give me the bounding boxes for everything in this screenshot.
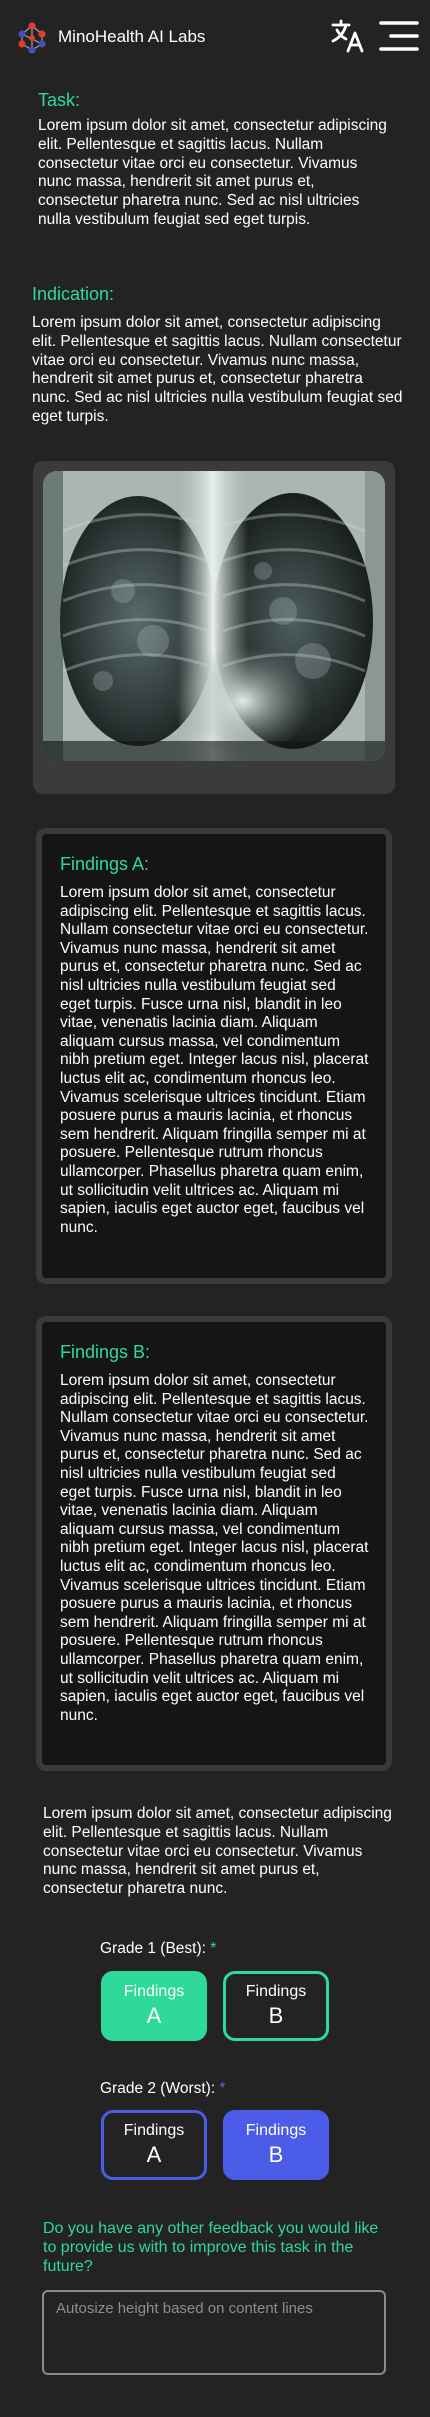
xray-card xyxy=(33,461,395,794)
option-letter: A xyxy=(146,2142,162,2167)
option-letter: B xyxy=(268,2142,284,2167)
option-letter: B xyxy=(268,2003,284,2028)
grade-2-label-text: Grade 2 (Worst): xyxy=(100,2080,216,2097)
task-description: Lorem ipsum dolor sit amet, consectetur … xyxy=(38,117,387,228)
brand-name: MinoHealth AI Labs xyxy=(58,27,206,46)
findings-b-text: Lorem ipsum dolor sit amet, consectetur … xyxy=(60,1372,369,1724)
option-line1: Findings xyxy=(123,2122,185,2139)
hamburger-menu-icon[interactable] xyxy=(378,18,420,54)
option-line1: Findings xyxy=(245,1983,307,2000)
grade-2-label: Grade 2 (Worst): * xyxy=(100,2080,226,2098)
grade-1-findings-a-button[interactable]: Findings A xyxy=(101,1971,207,2041)
grade-1-label-text: Grade 1 (Best): xyxy=(100,1940,206,1957)
grade-2-findings-b-button[interactable]: Findings B xyxy=(223,2110,329,2180)
findings-b-title: Findings B: xyxy=(60,1342,151,1362)
required-marker: * xyxy=(219,2080,226,2097)
translate-icon[interactable] xyxy=(330,18,366,54)
findings-b-card: Findings B: Lorem ipsum dolor sit amet, … xyxy=(36,1316,392,1771)
findings-a-text: Lorem ipsum dolor sit amet, consectetur … xyxy=(60,884,369,1236)
molecule-logo-icon[interactable] xyxy=(14,20,50,56)
findings-a-title: Findings A: xyxy=(60,854,150,874)
grade-2-findings-a-button[interactable]: Findings A xyxy=(101,2110,207,2180)
app-header: MinoHealth AI Labs xyxy=(0,0,430,72)
feedback-textarea[interactable] xyxy=(42,2290,386,2375)
grading-instructions: Lorem ipsum dolor sit amet, consectetur … xyxy=(43,1805,392,1898)
chest-xray-image xyxy=(43,471,385,761)
task-title: Task: xyxy=(38,90,81,110)
grade-1-label: Grade 1 (Best): * xyxy=(100,1940,216,1958)
option-line1: Findings xyxy=(245,2122,307,2139)
grade-1-findings-b-button[interactable]: Findings B xyxy=(223,1971,329,2041)
findings-a-card: Findings A: Lorem ipsum dolor sit amet, … xyxy=(36,828,392,1284)
feedback-question: Do you have any other feedback you would… xyxy=(43,2220,379,2275)
indication-title: Indication: xyxy=(32,284,115,304)
option-letter: A xyxy=(146,2003,162,2028)
option-line1: Findings xyxy=(123,1983,185,2000)
indication-description: Lorem ipsum dolor sit amet, consectetur … xyxy=(32,314,403,425)
required-marker: * xyxy=(210,1940,217,1957)
